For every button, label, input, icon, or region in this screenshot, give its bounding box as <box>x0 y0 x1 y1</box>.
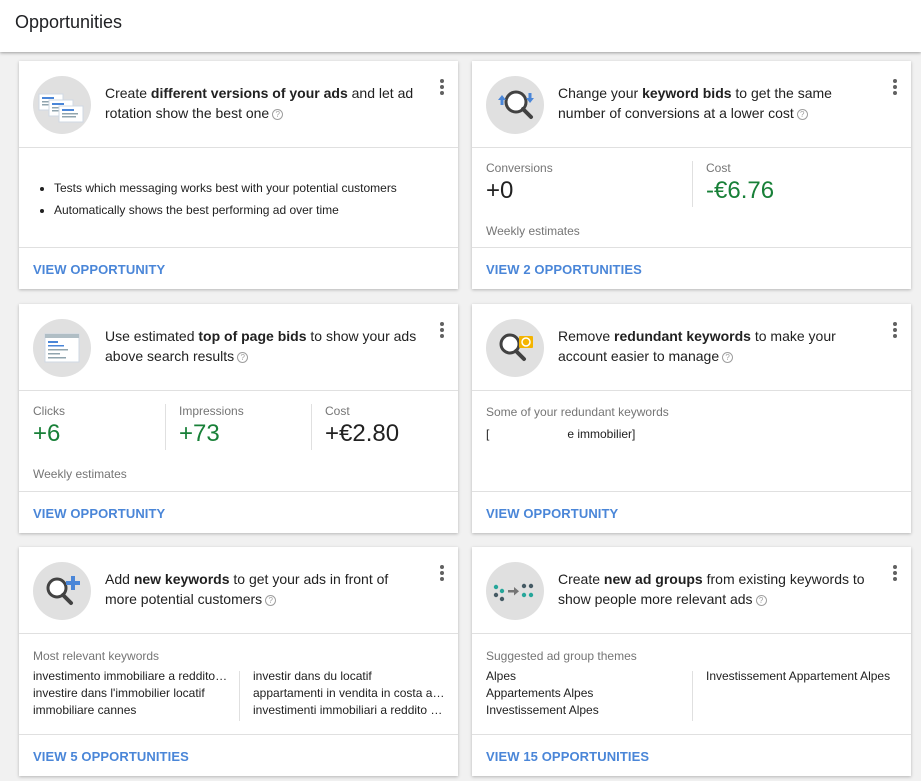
stat-clicks: Clicks +6 <box>33 404 65 447</box>
card-header: Add new keywords to get your ads in fron… <box>19 547 458 634</box>
card-body: Tests which messaging works best with yo… <box>19 149 458 247</box>
redundant-keywords-label: Some of your redundant keywords <box>486 405 669 419</box>
card-footer: VIEW OPPORTUNITY <box>472 491 911 533</box>
redundant-keywords-icon <box>486 319 544 377</box>
card-top-page-bids: Use estimated top of page bids to show y… <box>19 304 458 533</box>
keyword-suggestion: investimento immobiliare a reddito… <box>33 669 228 683</box>
stat-conversions: Conversions +0 <box>486 161 553 204</box>
keyword-suggestion: investimenti immobiliari a reddito g… <box>253 703 445 717</box>
card-redundant-keywords: Remove redundant keywords to make your a… <box>472 304 911 533</box>
keyword-suggestion: investire dans l'immobilier locatif <box>33 686 205 700</box>
keyword-column-2: investir dans du locatif appartamenti in… <box>253 668 445 719</box>
card-title: Create different versions of your ads an… <box>105 85 414 121</box>
ad-versions-icon <box>33 76 91 134</box>
redundant-keyword: [e immobilier] <box>486 427 636 441</box>
ad-group-theme: Investissement Alpes <box>486 703 599 717</box>
keyword-column-1: investimento immobiliare a reddito… inve… <box>33 668 229 719</box>
help-icon[interactable]: ? <box>796 109 808 120</box>
more-options-icon[interactable] <box>440 79 444 97</box>
stat-cost: Cost -€6.76 <box>706 161 775 204</box>
view-opportunities-link[interactable]: VIEW 15 OPPORTUNITIES <box>486 749 649 764</box>
card-header: Use estimated top of page bids to show y… <box>19 304 458 391</box>
help-icon[interactable]: ? <box>722 352 734 363</box>
ad-group-theme: Appartements Alpes <box>486 686 594 700</box>
benefit-list: Tests which messaging works best with yo… <box>54 181 397 225</box>
theme-column-2: Investissement Appartement Alpes <box>706 668 906 685</box>
card-footer: VIEW OPPORTUNITY <box>19 247 458 289</box>
keyword-suggestion: investir dans du locatif <box>253 669 372 683</box>
card-body: Most relevant keywords investimento immo… <box>19 635 458 734</box>
card-footer: VIEW OPPORTUNITY <box>19 491 458 533</box>
card-title: Change your keyword bids to get the same… <box>558 85 832 121</box>
card-body: Clicks +6 Impressions +73 Cost +€2.80 We… <box>19 392 458 491</box>
card-new-keywords: Add new keywords to get your ads in fron… <box>19 547 458 776</box>
card-header: Remove redundant keywords to make your a… <box>472 304 911 391</box>
view-opportunity-link[interactable]: VIEW OPPORTUNITY <box>33 262 165 277</box>
stat-cost: Cost +€2.80 <box>325 404 400 447</box>
card-header: Create new ad groups from existing keywo… <box>472 547 911 634</box>
list-item: Tests which messaging works best with yo… <box>54 181 397 195</box>
add-keywords-icon <box>33 562 91 620</box>
more-options-icon[interactable] <box>893 565 897 583</box>
more-options-icon[interactable] <box>893 79 897 97</box>
card-body: Suggested ad group themes Alpes Appartem… <box>472 635 911 734</box>
card-footer: VIEW 5 OPPORTUNITIES <box>19 734 458 776</box>
card-body: Conversions +0 Cost -€6.76 Weekly estima… <box>472 149 911 247</box>
card-footer: VIEW 2 OPPORTUNITIES <box>472 247 911 289</box>
card-new-ad-groups: Create new ad groups from existing keywo… <box>472 547 911 776</box>
card-ad-versions: Create different versions of your ads an… <box>19 61 458 289</box>
weekly-estimates-note: Weekly estimates <box>33 467 127 481</box>
view-opportunities-link[interactable]: VIEW 2 OPPORTUNITIES <box>486 262 642 277</box>
list-item: Automatically shows the best performing … <box>54 203 397 217</box>
page-title: Opportunities <box>15 12 123 32</box>
card-header: Change your keyword bids to get the same… <box>472 61 911 148</box>
keyword-suggestion: immobiliare cannes <box>33 703 137 717</box>
relevant-keywords-label: Most relevant keywords <box>33 649 160 663</box>
ad-group-theme: Investissement Appartement Alpes <box>706 669 891 683</box>
card-title: Use estimated top of page bids to show y… <box>105 328 417 364</box>
ad-group-theme: Alpes <box>486 669 517 683</box>
help-icon[interactable]: ? <box>755 595 767 606</box>
card-title: Create new ad groups from existing keywo… <box>558 571 865 607</box>
help-icon[interactable]: ? <box>265 595 277 606</box>
help-icon[interactable]: ? <box>237 352 249 363</box>
help-icon[interactable]: ? <box>272 109 284 120</box>
stat-impressions: Impressions +73 <box>179 404 244 447</box>
page-header: Opportunities <box>0 0 921 52</box>
card-title: Remove redundant keywords to make your a… <box>558 328 836 364</box>
card-title: Add new keywords to get your ads in fron… <box>105 571 389 607</box>
card-keyword-bids: Change your keyword bids to get the same… <box>472 61 911 289</box>
more-options-icon[interactable] <box>440 565 444 583</box>
view-opportunities-link[interactable]: VIEW 5 OPPORTUNITIES <box>33 749 189 764</box>
card-header: Create different versions of your ads an… <box>19 61 458 148</box>
more-options-icon[interactable] <box>440 322 444 340</box>
ad-group-themes-label: Suggested ad group themes <box>486 649 637 663</box>
weekly-estimates-note: Weekly estimates <box>486 224 580 238</box>
view-opportunity-link[interactable]: VIEW OPPORTUNITY <box>486 506 618 521</box>
card-body: Some of your redundant keywords [e immob… <box>472 392 911 491</box>
more-options-icon[interactable] <box>893 322 897 340</box>
search-results-icon <box>33 319 91 377</box>
theme-column-1: Alpes Appartements Alpes Investissement … <box>486 668 682 719</box>
ad-groups-icon <box>486 562 544 620</box>
card-footer: VIEW 15 OPPORTUNITIES <box>472 734 911 776</box>
keyword-bids-icon <box>486 76 544 134</box>
keyword-suggestion: appartamenti in vendita in costa az… <box>253 686 445 700</box>
view-opportunity-link[interactable]: VIEW OPPORTUNITY <box>33 506 165 521</box>
